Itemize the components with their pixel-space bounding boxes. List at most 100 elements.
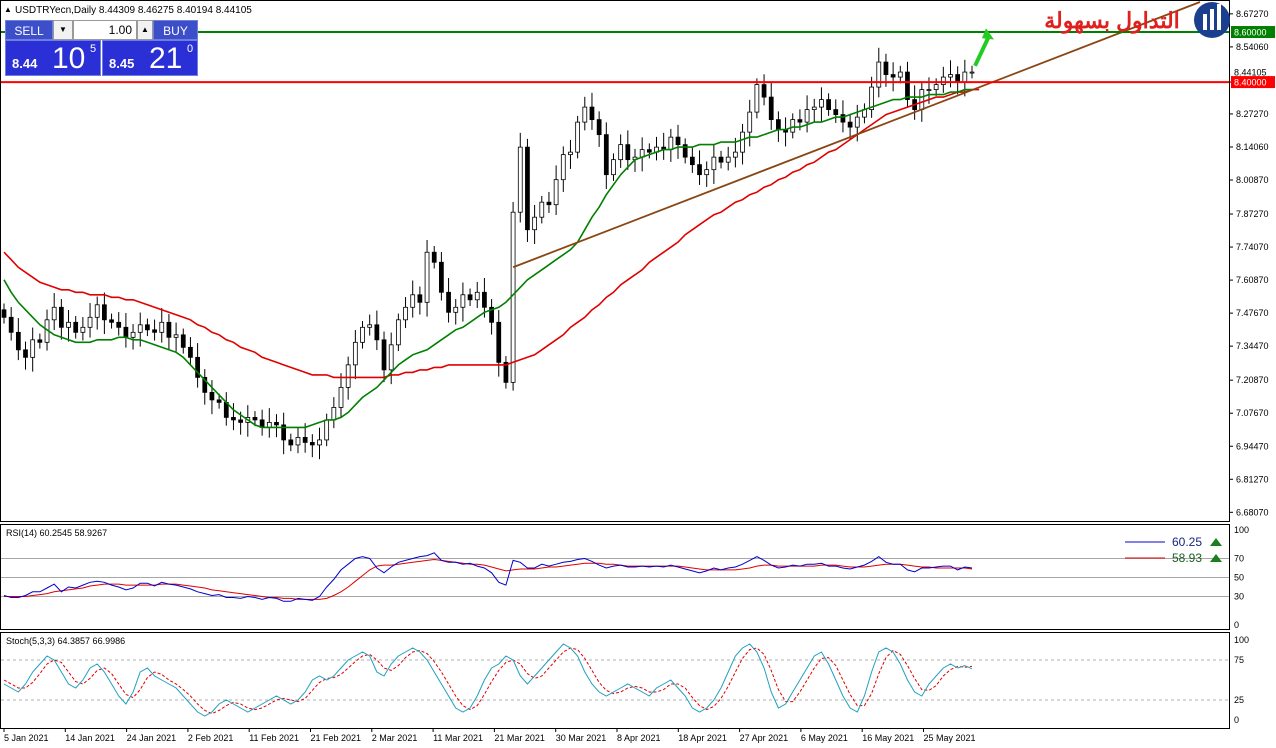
candle-body [173, 334, 179, 338]
candle-body [955, 74, 961, 83]
candle-body [819, 99, 824, 108]
candle-body [847, 121, 853, 128]
candle-body [152, 329, 157, 333]
candle-body [776, 119, 781, 131]
logo-text: التداول بسهولة [1044, 8, 1180, 34]
price-tick-label: 6.68070 [1236, 507, 1269, 517]
date-tick-label: 2 Feb 2021 [188, 733, 234, 743]
rsi-panel-frame [0, 524, 1230, 630]
stoch-tick-label: 75 [1234, 655, 1244, 665]
price-tick-label: 8.27270 [1236, 109, 1269, 119]
price-tick-label: 8.67270 [1236, 9, 1269, 19]
candle-body [582, 106, 588, 123]
stoch-panel-frame [0, 632, 1230, 729]
candle-body [58, 306, 64, 328]
buy-price-box[interactable]: 8.45 21 0 [102, 40, 198, 76]
candle-body [1, 309, 7, 318]
candle-body [948, 74, 953, 78]
candle-body [890, 74, 896, 78]
price-tick-label: 7.07670 [1236, 408, 1269, 418]
stoch-tick-label: 100 [1234, 635, 1249, 645]
symbol-line: USDTRYecn,Daily 8.44309 8.46275 8.40194 … [15, 5, 252, 16]
candle-body [876, 61, 882, 88]
chart-canvas: 60.25 58.93 8.67270 8.54060 8.40000 8.27270 8… [0, 0, 1275, 743]
candle-body [546, 201, 552, 206]
price-tick-label: 7.87270 [1236, 209, 1269, 219]
breakout-arrow-shaft [973, 37, 990, 67]
buy-price-big: 21 [149, 42, 183, 75]
date-tick-label: 11 Mar 2021 [433, 733, 483, 743]
stoch-tick-label: 25 [1234, 695, 1244, 705]
resistance-price-tag: 8.60000 [1234, 28, 1267, 38]
candle-body [87, 316, 93, 328]
one-click-trade-panel: SELL ▼ 1.00 ▲ BUY 8.44 10 5 8.45 21 0 [5, 20, 198, 76]
header-collapse-icon[interactable]: ▲ [4, 5, 12, 14]
candle-body [295, 437, 301, 446]
candle-body [51, 306, 57, 321]
stoch-tick-label: 0 [1234, 715, 1239, 725]
date-tick-label: 24 Jan 2021 [127, 733, 177, 743]
candle-body [66, 321, 71, 328]
candle-body [725, 156, 731, 163]
candle-body [302, 437, 308, 443]
candle-body [611, 159, 616, 176]
date-tick-label: 21 Mar 2021 [494, 733, 545, 743]
rsi-tick-label: 0 [1234, 620, 1239, 630]
candle-body [37, 339, 43, 343]
volume-input[interactable]: 1.00 [73, 20, 137, 40]
candle-body [517, 146, 523, 213]
date-tick-label: 14 Jan 2021 [65, 733, 115, 743]
buy-button[interactable]: BUY [153, 20, 198, 40]
sell-price-prefix: 8.44 [12, 56, 38, 71]
candle-body [697, 164, 702, 176]
volume-dropdown-icon[interactable]: ▼ [53, 20, 73, 40]
candle-body [180, 334, 186, 348]
candle-body [381, 339, 387, 371]
candle-body [525, 146, 530, 231]
candle-body [532, 216, 537, 231]
candle-body [969, 71, 975, 74]
candle-body [8, 316, 14, 333]
candle-body [374, 324, 380, 341]
candle-body [166, 321, 172, 338]
candle-body [568, 151, 573, 156]
price-tick-label: 8.14060 [1236, 142, 1269, 152]
candle-body [833, 109, 839, 116]
candle-body [733, 151, 738, 158]
volume-stepper-icon[interactable]: ▲ [137, 20, 153, 40]
candle-body [768, 96, 774, 121]
candle-body [123, 326, 129, 338]
candle-body [575, 121, 581, 153]
candle-body [625, 144, 631, 161]
price-tick-label: 7.60870 [1236, 275, 1269, 285]
sell-button[interactable]: SELL [5, 20, 53, 40]
candle-body [116, 321, 122, 328]
candle-body [159, 321, 165, 333]
candle-body [933, 84, 939, 90]
stoch-layer [1, 643, 1229, 717]
price-tick-label: 6.81270 [1236, 474, 1269, 484]
sell-price-box[interactable]: 8.44 10 5 [5, 40, 101, 76]
candle-body [496, 321, 502, 363]
candle-body [274, 422, 279, 426]
logo: التداول بسهولة [1044, 2, 1230, 38]
candle-body [718, 156, 724, 163]
candle-body [252, 417, 258, 421]
date-tick-label: 18 Apr 2021 [678, 733, 727, 743]
candle-body [460, 294, 466, 308]
date-tick-label: 27 Apr 2021 [740, 733, 789, 743]
date-tick-label: 2 Mar 2021 [372, 733, 418, 743]
trendline [512, 1, 1201, 269]
candle-body [854, 116, 860, 128]
candle-body [453, 306, 459, 313]
candle-body [962, 71, 968, 83]
candle-body [704, 169, 710, 176]
stoch-signal-line [3, 647, 973, 715]
date-tick-label: 6 May 2021 [801, 733, 848, 743]
candle-body [797, 119, 803, 123]
candle-body [137, 324, 143, 333]
candle-body [324, 419, 330, 441]
candle-body [689, 156, 695, 166]
candle-body [926, 89, 932, 91]
candle-body [188, 346, 193, 358]
